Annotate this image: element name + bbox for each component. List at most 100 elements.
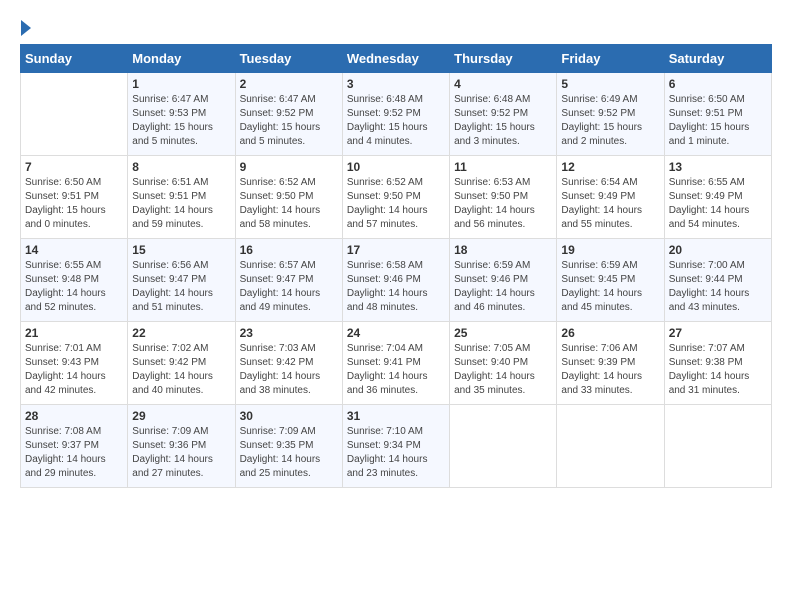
calendar-cell-w3-d6: 27Sunrise: 7:07 AM Sunset: 9:38 PM Dayli… bbox=[664, 322, 771, 405]
cell-info: Sunrise: 6:58 AM Sunset: 9:46 PM Dayligh… bbox=[347, 259, 445, 315]
day-number: 18 bbox=[454, 243, 552, 257]
cell-info: Sunrise: 6:49 AM Sunset: 9:52 PM Dayligh… bbox=[561, 93, 659, 149]
calendar-cell-w0-d4: 4 Sunrise: 6:48 AM Sunset: 9:52 PM Daylig… bbox=[450, 73, 557, 156]
day-number: 15 bbox=[132, 243, 230, 257]
calendar-cell-w1-d5: 12 Sunrise: 6:54 AM Sunset: 9:49 PM Dayli… bbox=[557, 156, 664, 239]
cell-info: Sunrise: 6:59 AM Sunset: 9:46 PM Dayligh… bbox=[454, 259, 552, 315]
day-number: 26 bbox=[561, 326, 659, 340]
day-number: 4 bbox=[454, 77, 552, 91]
calendar-cell-w4-d3: 31 Sunrise: 7:10 AM Sunset: 9:34 PM Dayli… bbox=[342, 405, 449, 488]
cell-info: Sunrise: 7:03 AM Sunset: 9:42 PM Dayligh… bbox=[240, 342, 338, 398]
cell-info: Sunrise: 7:04 AM Sunset: 9:41 PM Dayligh… bbox=[347, 342, 445, 398]
cell-info: Sunrise: 7:06 AM Sunset: 9:39 PM Dayligh… bbox=[561, 342, 659, 398]
calendar-table: SundayMondayTuesdayWednesdayThursdayFrid… bbox=[20, 44, 772, 488]
cell-info: Sunrise: 6:48 AM Sunset: 9:52 PM Dayligh… bbox=[454, 93, 552, 149]
calendar-cell-w2-d6: 20 Sunrise: 7:00 AM Sunset: 9:44 PM Dayli… bbox=[664, 239, 771, 322]
calendar-cell-w1-d2: 9 Sunrise: 6:52 AM Sunset: 9:50 PM Daylig… bbox=[235, 156, 342, 239]
day-number: 22 bbox=[132, 326, 230, 340]
calendar-cell-w0-d2: 2 Sunrise: 6:47 AM Sunset: 9:52 PM Daylig… bbox=[235, 73, 342, 156]
day-number: 13 bbox=[669, 160, 767, 174]
day-number: 9 bbox=[240, 160, 338, 174]
cell-info: Sunrise: 7:00 AM Sunset: 9:44 PM Dayligh… bbox=[669, 259, 767, 315]
calendar-cell-w0-d3: 3Sunrise: 6:48 AM Sunset: 9:52 PM Daylig… bbox=[342, 73, 449, 156]
cell-info: Sunrise: 7:09 AM Sunset: 9:36 PM Dayligh… bbox=[132, 425, 230, 481]
cell-info: Sunrise: 6:50 AM Sunset: 9:51 PM Dayligh… bbox=[669, 93, 767, 149]
cell-info: Sunrise: 6:57 AM Sunset: 9:47 PM Dayligh… bbox=[240, 259, 338, 315]
calendar-cell-w2-d5: 19 Sunrise: 6:59 AM Sunset: 9:45 PM Dayli… bbox=[557, 239, 664, 322]
day-number: 6 bbox=[669, 77, 767, 91]
day-header-sunday: Sunday bbox=[21, 45, 128, 73]
day-number: 21 bbox=[25, 326, 123, 340]
day-header-wednesday: Wednesday bbox=[342, 45, 449, 73]
day-number: 3 bbox=[347, 77, 445, 91]
cell-info: Sunrise: 7:09 AM Sunset: 9:35 PM Dayligh… bbox=[240, 425, 338, 481]
calendar-cell-w3-d0: 21 Sunrise: 7:01 AM Sunset: 9:43 PM Dayli… bbox=[21, 322, 128, 405]
week-row-2: 14 Sunrise: 6:55 AM Sunset: 9:48 PM Dayli… bbox=[21, 239, 772, 322]
cell-info: Sunrise: 6:52 AM Sunset: 9:50 PM Dayligh… bbox=[240, 176, 338, 232]
day-number: 2 bbox=[240, 77, 338, 91]
day-number: 8 bbox=[132, 160, 230, 174]
calendar-cell-w3-d2: 23 Sunrise: 7:03 AM Sunset: 9:42 PM Dayli… bbox=[235, 322, 342, 405]
calendar-cell-w1-d6: 13Sunrise: 6:55 AM Sunset: 9:49 PM Dayli… bbox=[664, 156, 771, 239]
day-number: 11 bbox=[454, 160, 552, 174]
cell-info: Sunrise: 7:10 AM Sunset: 9:34 PM Dayligh… bbox=[347, 425, 445, 481]
calendar-cell-w4-d0: 28Sunrise: 7:08 AM Sunset: 9:37 PM Dayli… bbox=[21, 405, 128, 488]
calendar-cell-w3-d3: 24 Sunrise: 7:04 AM Sunset: 9:41 PM Dayli… bbox=[342, 322, 449, 405]
cell-info: Sunrise: 7:01 AM Sunset: 9:43 PM Dayligh… bbox=[25, 342, 123, 398]
day-number: 1 bbox=[132, 77, 230, 91]
cell-info: Sunrise: 6:47 AM Sunset: 9:52 PM Dayligh… bbox=[240, 93, 338, 149]
logo bbox=[20, 20, 31, 36]
calendar-cell-w3-d1: 22 Sunrise: 7:02 AM Sunset: 9:42 PM Dayli… bbox=[128, 322, 235, 405]
calendar-cell-w4-d1: 29 Sunrise: 7:09 AM Sunset: 9:36 PM Dayli… bbox=[128, 405, 235, 488]
day-number: 30 bbox=[240, 409, 338, 423]
calendar-cell-w2-d2: 16Sunrise: 6:57 AM Sunset: 9:47 PM Dayli… bbox=[235, 239, 342, 322]
day-number: 10 bbox=[347, 160, 445, 174]
calendar-cell-w2-d1: 15Sunrise: 6:56 AM Sunset: 9:47 PM Dayli… bbox=[128, 239, 235, 322]
cell-info: Sunrise: 6:54 AM Sunset: 9:49 PM Dayligh… bbox=[561, 176, 659, 232]
day-number: 25 bbox=[454, 326, 552, 340]
cell-info: Sunrise: 7:05 AM Sunset: 9:40 PM Dayligh… bbox=[454, 342, 552, 398]
calendar-cell-w1-d4: 11 Sunrise: 6:53 AM Sunset: 9:50 PM Dayli… bbox=[450, 156, 557, 239]
calendar-cell-w2-d3: 17Sunrise: 6:58 AM Sunset: 9:46 PM Dayli… bbox=[342, 239, 449, 322]
calendar-cell-w3-d4: 25 Sunrise: 7:05 AM Sunset: 9:40 PM Dayli… bbox=[450, 322, 557, 405]
day-header-monday: Monday bbox=[128, 45, 235, 73]
calendar-cell-w1-d1: 8 Sunrise: 6:51 AM Sunset: 9:51 PM Daylig… bbox=[128, 156, 235, 239]
day-number: 19 bbox=[561, 243, 659, 257]
cell-info: Sunrise: 6:47 AM Sunset: 9:53 PM Dayligh… bbox=[132, 93, 230, 149]
day-number: 24 bbox=[347, 326, 445, 340]
week-row-3: 21 Sunrise: 7:01 AM Sunset: 9:43 PM Dayli… bbox=[21, 322, 772, 405]
cell-info: Sunrise: 6:51 AM Sunset: 9:51 PM Dayligh… bbox=[132, 176, 230, 232]
cell-info: Sunrise: 7:02 AM Sunset: 9:42 PM Dayligh… bbox=[132, 342, 230, 398]
calendar-cell-w4-d2: 30 Sunrise: 7:09 AM Sunset: 9:35 PM Dayli… bbox=[235, 405, 342, 488]
cell-info: Sunrise: 6:50 AM Sunset: 9:51 PM Dayligh… bbox=[25, 176, 123, 232]
calendar-cell-w0-d1: 1 Sunrise: 6:47 AM Sunset: 9:53 PM Daylig… bbox=[128, 73, 235, 156]
logo-icon bbox=[21, 20, 31, 36]
week-row-0: 1 Sunrise: 6:47 AM Sunset: 9:53 PM Daylig… bbox=[21, 73, 772, 156]
day-header-thursday: Thursday bbox=[450, 45, 557, 73]
day-number: 5 bbox=[561, 77, 659, 91]
day-number: 20 bbox=[669, 243, 767, 257]
day-number: 27 bbox=[669, 326, 767, 340]
calendar-cell-w1-d0: 7Sunrise: 6:50 AM Sunset: 9:51 PM Daylig… bbox=[21, 156, 128, 239]
calendar-cell-w1-d3: 10 Sunrise: 6:52 AM Sunset: 9:50 PM Dayli… bbox=[342, 156, 449, 239]
day-number: 29 bbox=[132, 409, 230, 423]
day-number: 28 bbox=[25, 409, 123, 423]
cell-info: Sunrise: 6:53 AM Sunset: 9:50 PM Dayligh… bbox=[454, 176, 552, 232]
calendar-cell-w0-d5: 5 Sunrise: 6:49 AM Sunset: 9:52 PM Daylig… bbox=[557, 73, 664, 156]
day-header-friday: Friday bbox=[557, 45, 664, 73]
cell-info: Sunrise: 6:59 AM Sunset: 9:45 PM Dayligh… bbox=[561, 259, 659, 315]
calendar-cell-w4-d6 bbox=[664, 405, 771, 488]
calendar-cell-w2-d0: 14 Sunrise: 6:55 AM Sunset: 9:48 PM Dayli… bbox=[21, 239, 128, 322]
day-number: 14 bbox=[25, 243, 123, 257]
calendar-cell-w2-d4: 18 Sunrise: 6:59 AM Sunset: 9:46 PM Dayli… bbox=[450, 239, 557, 322]
week-row-1: 7Sunrise: 6:50 AM Sunset: 9:51 PM Daylig… bbox=[21, 156, 772, 239]
cell-info: Sunrise: 6:55 AM Sunset: 9:48 PM Dayligh… bbox=[25, 259, 123, 315]
day-number: 23 bbox=[240, 326, 338, 340]
cell-info: Sunrise: 6:52 AM Sunset: 9:50 PM Dayligh… bbox=[347, 176, 445, 232]
day-number: 31 bbox=[347, 409, 445, 423]
calendar-cell-w0-d0 bbox=[21, 73, 128, 156]
day-number: 12 bbox=[561, 160, 659, 174]
calendar-cell-w0-d6: 6 Sunrise: 6:50 AM Sunset: 9:51 PM Daylig… bbox=[664, 73, 771, 156]
day-header-saturday: Saturday bbox=[664, 45, 771, 73]
day-header-tuesday: Tuesday bbox=[235, 45, 342, 73]
